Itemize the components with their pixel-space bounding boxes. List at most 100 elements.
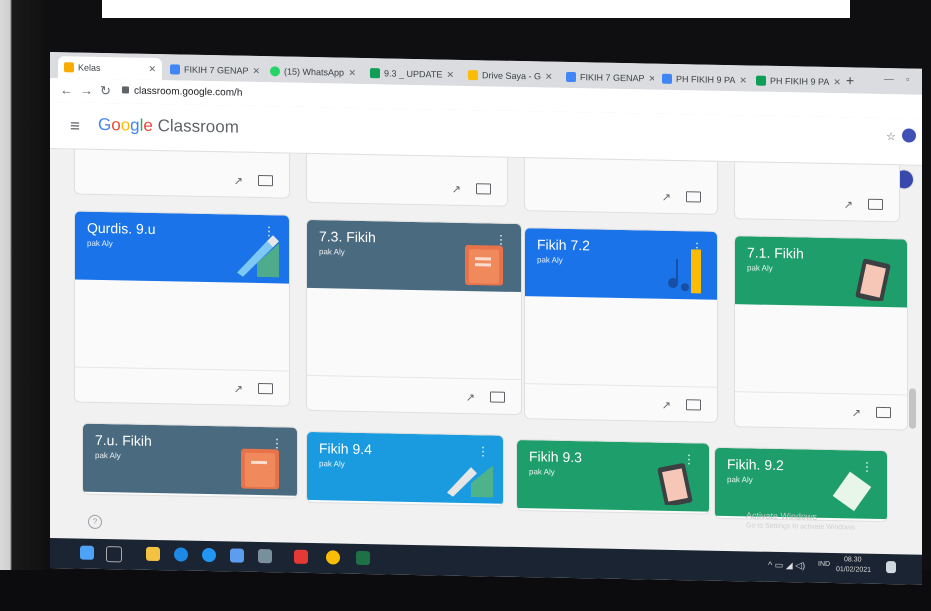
minimize-icon[interactable]: — bbox=[884, 74, 894, 85]
back-arrow-icon[interactable]: ← bbox=[60, 82, 73, 97]
class-card[interactable]: 7.3. Fikih pak Aly ⋮ ↗ bbox=[306, 218, 522, 416]
forward-arrow-icon[interactable]: → bbox=[80, 83, 93, 98]
class-title[interactable]: 7.u. Fikih bbox=[95, 432, 152, 449]
trending-icon[interactable]: ↗ bbox=[662, 191, 671, 204]
close-icon[interactable]: ✕ bbox=[739, 75, 747, 86]
clock-time[interactable]: 08.30 bbox=[844, 556, 862, 563]
laptop-bezel bbox=[0, 0, 44, 611]
forms-favicon-icon bbox=[566, 71, 576, 83]
hamburger-menu-icon[interactable]: ≡ bbox=[70, 116, 80, 136]
close-icon[interactable]: ✕ bbox=[253, 65, 261, 76]
class-card[interactable]: Fikih 9.4 pak Aly ⋮ bbox=[306, 430, 504, 507]
bookmark-star-icon[interactable]: ☆ bbox=[886, 130, 896, 143]
close-icon[interactable]: ✕ bbox=[348, 67, 356, 78]
tab-ph-fikih-9-2[interactable]: PH FIKIH 9 PA ✕ bbox=[750, 69, 840, 93]
class-card[interactable]: Qurdis. 9.u pak Aly ⋮ ↗ bbox=[74, 210, 290, 407]
tablet-illustration-icon bbox=[657, 463, 693, 506]
close-icon[interactable]: ✕ bbox=[649, 73, 654, 84]
trending-icon[interactable]: ↗ bbox=[466, 391, 475, 404]
scrollbar[interactable] bbox=[909, 388, 916, 429]
chrome-icon[interactable] bbox=[326, 550, 340, 565]
class-title[interactable]: Fikih 7.2 bbox=[537, 236, 590, 253]
folder-icon[interactable] bbox=[868, 198, 883, 210]
close-icon[interactable]: ✕ bbox=[446, 69, 454, 80]
forms-favicon-icon bbox=[170, 64, 180, 75]
tab-label: FIKIH 7 GENAP bbox=[580, 72, 645, 84]
class-title[interactable]: Fikih 9.4 bbox=[319, 440, 372, 457]
google-classroom-logo[interactable]: Google Classroom bbox=[98, 115, 239, 138]
clock-date[interactable]: 01/02/2021 bbox=[836, 566, 871, 574]
folder-icon[interactable] bbox=[876, 406, 891, 419]
class-card[interactable]: Fikih 7.2 pak Aly ⋮ ↗ bbox=[524, 227, 718, 423]
tab-label: Drive Saya - G bbox=[482, 70, 542, 82]
file-explorer-icon[interactable] bbox=[146, 546, 160, 562]
tab-fikih-7-genap[interactable]: FIKIH 7 GENAP ✕ bbox=[164, 58, 262, 82]
class-title[interactable]: Fikih. 9.2 bbox=[727, 456, 784, 473]
class-card-footer: ↗ bbox=[75, 366, 289, 406]
tray-icons[interactable]: ^ ▭ ◢ ◁) bbox=[768, 560, 805, 572]
tab-kelas[interactable]: Kelas ✕ bbox=[58, 56, 162, 81]
new-tab-button[interactable]: + bbox=[846, 72, 854, 88]
trending-icon[interactable]: ↗ bbox=[852, 406, 861, 419]
class-title[interactable]: Fikih 9.3 bbox=[529, 448, 582, 465]
app-icon[interactable] bbox=[294, 549, 308, 564]
teacher-name: pak Aly bbox=[529, 467, 555, 477]
maps-icon[interactable] bbox=[202, 547, 216, 563]
trending-icon[interactable]: ↗ bbox=[662, 399, 671, 412]
class-title[interactable]: 7.1. Fikih bbox=[747, 244, 804, 261]
folder-icon[interactable] bbox=[686, 399, 701, 411]
close-icon[interactable]: ✕ bbox=[545, 71, 553, 82]
reload-icon[interactable]: ↻ bbox=[100, 83, 111, 99]
class-card[interactable]: 7.1. Fikih pak Aly ↗ bbox=[734, 235, 908, 431]
class-title[interactable]: Qurdis. 9.u bbox=[87, 220, 155, 237]
folder-icon[interactable] bbox=[476, 183, 491, 195]
paper-illustration-icon bbox=[832, 471, 872, 512]
class-card-partial[interactable]: ↗ bbox=[74, 148, 290, 199]
excel-icon[interactable] bbox=[356, 550, 370, 566]
music-illustration-icon bbox=[668, 249, 701, 294]
class-title[interactable]: 7.3. Fikih bbox=[319, 228, 376, 245]
class-card-partial[interactable]: ↗ bbox=[734, 161, 900, 223]
help-icon[interactable]: ? bbox=[88, 514, 102, 529]
trending-icon[interactable]: ↗ bbox=[234, 175, 243, 188]
activate-windows-watermark: Activate Windows bbox=[746, 510, 818, 522]
trending-icon[interactable]: ↗ bbox=[452, 183, 461, 196]
class-card-footer: ↗ bbox=[525, 383, 717, 422]
lock-icon bbox=[122, 86, 129, 94]
mail-icon[interactable] bbox=[230, 548, 244, 563]
teacher-name: pak Aly bbox=[95, 450, 121, 461]
chrome-profile-avatar[interactable] bbox=[902, 128, 916, 143]
tab-update[interactable]: 9.3 _ UPDATE ✕ bbox=[364, 62, 460, 86]
class-card[interactable]: 7.u. Fikih pak Aly ⋮ bbox=[82, 422, 298, 499]
tab-drive[interactable]: Drive Saya - G ✕ bbox=[462, 64, 558, 88]
tab-whatsapp[interactable]: (15) WhatsApp ✕ bbox=[264, 60, 362, 84]
tab-label: 9.3 _ UPDATE bbox=[384, 68, 443, 80]
folder-icon[interactable] bbox=[258, 382, 273, 395]
class-card-partial[interactable]: ↗ bbox=[524, 157, 718, 215]
class-card[interactable]: Fikih 9.3 pak Aly ⋮ bbox=[516, 438, 710, 515]
edge-icon[interactable] bbox=[174, 547, 188, 562]
camera-icon[interactable] bbox=[258, 548, 272, 564]
close-icon[interactable]: ✕ bbox=[148, 63, 156, 74]
trending-icon[interactable]: ↗ bbox=[234, 383, 243, 396]
windows-start-icon[interactable] bbox=[80, 545, 94, 560]
task-view-icon[interactable] bbox=[106, 546, 122, 563]
trending-icon[interactable]: ↗ bbox=[844, 198, 853, 211]
close-icon[interactable]: ✕ bbox=[833, 77, 840, 88]
whatsapp-favicon-icon bbox=[270, 66, 280, 77]
teacher-name: pak Aly bbox=[319, 247, 345, 257]
tab-fikih-7-genap-2[interactable]: FIKIH 7 GENAP ✕ bbox=[560, 66, 654, 90]
url-field[interactable]: classroom.google.com/h bbox=[134, 86, 242, 99]
sheets-favicon-icon bbox=[370, 68, 380, 79]
language-indicator[interactable]: IND bbox=[818, 561, 830, 568]
tab-ph-fikih-9[interactable]: PH FIKIH 9 PA ✕ bbox=[656, 68, 748, 92]
pencil-illustration-icon bbox=[447, 465, 493, 498]
restore-icon[interactable]: ▫ bbox=[906, 74, 910, 85]
class-card-partial[interactable]: ↗ bbox=[306, 152, 508, 207]
tab-label: (15) WhatsApp bbox=[284, 66, 345, 78]
drive-favicon-icon bbox=[468, 70, 478, 81]
folder-icon[interactable] bbox=[258, 174, 273, 187]
folder-icon[interactable] bbox=[686, 191, 701, 203]
folder-icon[interactable] bbox=[490, 391, 505, 403]
notification-icon[interactable] bbox=[886, 561, 896, 574]
